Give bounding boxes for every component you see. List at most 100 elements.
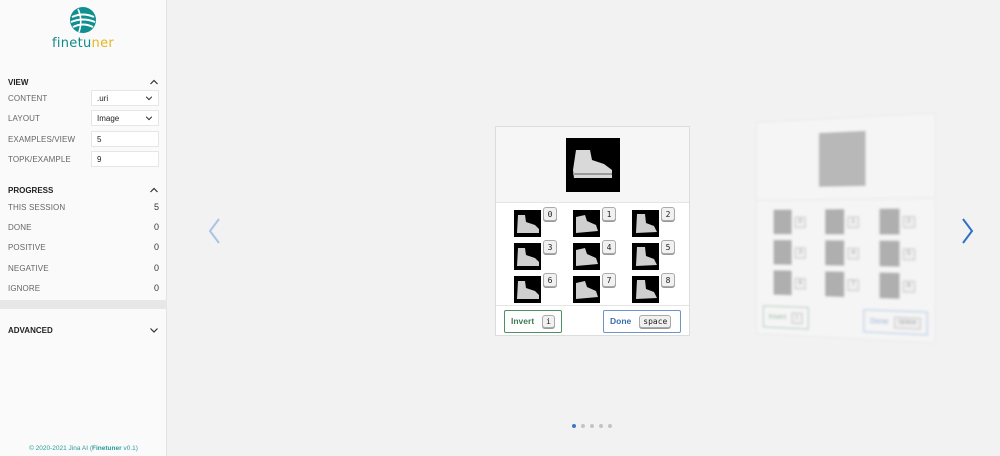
content-label: CONTENT — [8, 93, 48, 103]
result-shortcut-key: 5 — [661, 240, 675, 254]
boot-image-icon — [635, 213, 657, 233]
result-shortcut-key: 4 — [602, 240, 616, 254]
ghost-invert-button: Invert i — [762, 305, 809, 330]
result-thumbnail[interactable] — [514, 243, 541, 270]
result-shortcut-key: 3 — [543, 240, 557, 254]
query-area — [496, 127, 689, 203]
ghost-result-key: 6 — [794, 277, 807, 289]
pagination-dot[interactable] — [590, 424, 594, 428]
ghost-result-key: 0 — [794, 216, 807, 228]
next-card-preview[interactable]: 0 1 2 3 4 5 6 7 8 Invert i Done space — [756, 112, 936, 344]
result-shortcut-key: 0 — [543, 207, 557, 221]
footer-prefix: © 2020-2021 Jina AI ( — [29, 445, 93, 452]
result-thumbnail[interactable] — [573, 276, 600, 303]
result-thumbnail[interactable] — [514, 276, 541, 303]
progress-section-title: PROGRESS — [8, 185, 54, 195]
card-actions: Invert i Done space — [496, 306, 689, 336]
result-shortcut-key: 1 — [602, 207, 616, 221]
advanced-section-header[interactable]: ADVANCED — [0, 321, 167, 339]
layout-select[interactable]: Image — [91, 110, 159, 126]
result-item[interactable]: 2 — [624, 205, 683, 238]
result-item[interactable]: 6 — [506, 271, 565, 304]
pagination-dot[interactable] — [608, 424, 612, 428]
progress-row-positive: POSITIVE 0 — [0, 238, 167, 256]
result-item[interactable]: 8 — [624, 271, 683, 304]
result-thumbnail[interactable] — [514, 210, 541, 237]
ghost-query-area — [756, 113, 935, 201]
progress-value: 0 — [153, 242, 159, 252]
ghost-done-label: Done — [870, 317, 889, 326]
examples-per-view-input[interactable]: 5 — [91, 131, 159, 147]
ghost-result-item: 3 — [765, 237, 816, 268]
result-thumbnail[interactable] — [632, 276, 659, 303]
content-select-value: .uri — [97, 93, 109, 103]
ghost-result-thumbnail — [825, 209, 845, 235]
ghost-result-key: 4 — [847, 247, 860, 260]
content-select[interactable]: .uri — [91, 90, 159, 106]
pagination-dot[interactable] — [581, 424, 585, 428]
ghost-result-item: 7 — [816, 268, 869, 301]
result-thumbnail[interactable] — [632, 210, 659, 237]
content-row: CONTENT .uri — [0, 89, 167, 107]
pagination-dot[interactable] — [572, 424, 576, 428]
ghost-result-item: 4 — [816, 237, 869, 269]
footer-brand-link[interactable]: Finetuner — [92, 445, 122, 452]
ghost-result-thumbnail — [879, 208, 900, 235]
layout-select-value: Image — [97, 113, 120, 123]
result-shortcut-key: 8 — [661, 273, 675, 287]
ghost-results-grid: 0 1 2 3 4 5 6 7 8 — [757, 199, 935, 304]
ghost-result-thumbnail — [773, 240, 792, 265]
chevron-up-icon — [150, 187, 158, 193]
result-item[interactable]: 4 — [565, 238, 624, 271]
result-item[interactable]: 0 — [506, 205, 565, 238]
result-item[interactable]: 7 — [565, 271, 624, 304]
examples-per-view-value: 5 — [97, 134, 102, 144]
result-item[interactable]: 1 — [565, 205, 624, 238]
progress-row-ignore: IGNORE 0 — [0, 279, 167, 297]
pagination-dot[interactable] — [599, 424, 603, 428]
boot-image-icon — [572, 149, 612, 178]
result-thumbnail[interactable] — [573, 210, 600, 237]
topk-per-example-label: TOPK/EXAMPLE — [8, 154, 71, 164]
previous-arrow-icon[interactable] — [206, 216, 224, 246]
result-thumbnail[interactable] — [573, 243, 600, 270]
chevron-down-icon — [145, 116, 153, 121]
logo-text: finetuner — [51, 36, 115, 51]
ghost-result-item: 8 — [869, 269, 925, 303]
boot-image-icon — [575, 280, 598, 299]
topk-per-example-row: TOPK/EXAMPLE 9 — [0, 150, 167, 168]
ghost-result-thumbnail — [825, 271, 845, 297]
sidebar-divider — [0, 300, 167, 309]
view-section-title: VIEW — [8, 77, 29, 87]
result-item[interactable]: 5 — [624, 238, 683, 271]
result-shortcut-key: 7 — [602, 273, 616, 287]
invert-button[interactable]: Invert i — [504, 309, 562, 333]
globe-logo-icon — [70, 7, 96, 33]
ghost-result-thumbnail — [879, 272, 900, 299]
result-item[interactable]: 3 — [506, 238, 565, 271]
ghost-actions: Invert i Done space — [757, 297, 935, 344]
footer-suffix: v0.1) — [121, 445, 138, 452]
done-button[interactable]: Done space — [603, 309, 681, 333]
ghost-result-item: 6 — [765, 267, 816, 299]
progress-section-header[interactable]: PROGRESS — [0, 181, 167, 199]
ghost-result-thumbnail — [825, 240, 845, 266]
ghost-result-key: 3 — [794, 246, 807, 259]
ghost-result-item: 5 — [869, 238, 925, 271]
ghost-result-thumbnail — [773, 270, 792, 296]
topk-per-example-input[interactable]: 9 — [91, 151, 159, 167]
layout-label: LAYOUT — [8, 113, 41, 123]
examples-per-view-row: EXAMPLES/VIEW 5 — [0, 130, 167, 148]
examples-per-view-label: EXAMPLES/VIEW — [8, 134, 76, 144]
progress-row-done: DONE 0 — [0, 218, 167, 236]
ghost-result-item: 0 — [765, 206, 816, 237]
boot-image-icon — [516, 247, 539, 266]
sidebar: finetuner VIEW CONTENT .uri LAYOUT Image… — [0, 0, 167, 456]
progress-value: 0 — [153, 222, 159, 232]
ghost-done-button: Done space — [863, 309, 928, 336]
ghost-result-key: 8 — [902, 280, 915, 293]
result-thumbnail[interactable] — [632, 243, 659, 270]
advanced-section-title: ADVANCED — [8, 325, 53, 335]
ghost-result-key: 5 — [902, 247, 915, 260]
next-arrow-icon[interactable] — [958, 216, 976, 246]
